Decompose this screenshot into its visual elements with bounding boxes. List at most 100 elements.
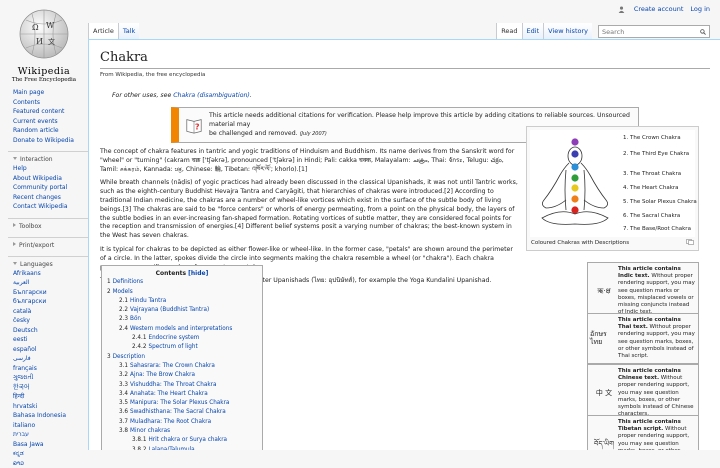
language-link[interactable]: български	[13, 297, 88, 307]
language-link[interactable]: Български	[13, 288, 88, 298]
tab-talk[interactable]: Talk	[118, 23, 139, 39]
sidebar-toolbox-heading[interactable]: Toolbox	[8, 218, 88, 231]
toc-link[interactable]: Bön	[130, 316, 141, 322]
toc-hide-toggle[interactable]: [hide]	[188, 270, 208, 277]
toc-item[interactable]: 3.5Manipura: The Solar Plexus Chakra	[107, 399, 257, 408]
expand-triangle-icon	[13, 262, 17, 265]
sidebar-languages: AfrikaansالعربيةБългарскибългарскиcatalà…	[0, 269, 88, 468]
language-link[interactable]: עברית	[13, 430, 88, 440]
toc-link[interactable]: Western models and interpretations	[130, 326, 232, 332]
toc-item[interactable]: 3.8Minor chakras	[107, 427, 257, 436]
language-link[interactable]: français	[13, 364, 88, 374]
toc-link[interactable]: Vajrayana (Buddhist Tantra)	[130, 307, 209, 313]
language-link[interactable]: العربية	[13, 278, 88, 288]
toc-item[interactable]: 3.8.1Hrit chakra or Surya chakra	[107, 436, 257, 445]
toc-number: 3.2	[119, 372, 128, 378]
sidebar-item[interactable]: Random article	[13, 126, 88, 136]
enlarge-icon[interactable]	[686, 239, 694, 245]
language-link[interactable]: català	[13, 307, 88, 317]
tab-view-history[interactable]: View history	[543, 23, 592, 39]
language-link[interactable]: فارسی	[13, 354, 88, 364]
toc-link[interactable]: Sahasrara: The Crown Chakra	[130, 363, 215, 369]
toc-item[interactable]: 3.2Ajna: The Brow Chakra	[107, 371, 257, 380]
sidebar-languages-heading[interactable]: Languages	[8, 256, 88, 269]
sidebar-item[interactable]: Current events	[13, 117, 88, 127]
toc-item[interactable]: 2.4.1Endocrine system	[107, 334, 257, 343]
toc-number: 3.8.2	[132, 447, 146, 450]
language-link[interactable]: hrvatski	[13, 402, 88, 412]
language-link[interactable]: हिन्दी	[13, 392, 88, 402]
create-account-link[interactable]: Create account	[634, 5, 684, 13]
sidebar-item[interactable]: Donate to Wikipedia	[13, 136, 88, 146]
toc-item[interactable]: 3Description	[107, 353, 257, 362]
sidebar-print-heading[interactable]: Print/export	[8, 237, 88, 250]
toc-item[interactable]: 2.4.2Spectrum of light	[107, 343, 257, 352]
sidebar-item[interactable]: Contents	[13, 98, 88, 108]
language-link[interactable]: Afrikaans	[13, 269, 88, 279]
language-link[interactable]: Basa Jawa	[13, 440, 88, 450]
language-link[interactable]: ລາວ	[13, 459, 88, 468]
language-link[interactable]: italiano	[13, 421, 88, 431]
toc-link[interactable]: Swadhisthana: The Sacral Chakra	[130, 409, 226, 415]
sidebar-interaction-heading[interactable]: Interaction	[8, 151, 88, 164]
language-link[interactable]: česky	[13, 316, 88, 326]
toc-link[interactable]: Ajna: The Brow Chakra	[130, 372, 195, 378]
toc-item[interactable]: 2Models	[107, 288, 257, 297]
toc-item[interactable]: 3.3Vishuddha: The Throat Chakra	[107, 381, 257, 390]
wikipedia-logo[interactable]: Ω W И 文 Wikipedia The Free Encyclopedia	[8, 4, 80, 86]
chakra-figure-image[interactable]: 1. The Crown Chakra2. The Third Eye Chak…	[530, 130, 695, 237]
language-link[interactable]: Bahasa Indonesia	[13, 411, 88, 421]
hatnote: For other uses, see Chakra (disambiguati…	[112, 91, 710, 100]
toc-link[interactable]: Hindu Tantra	[130, 298, 166, 304]
toc-link[interactable]: Manipura: The Solar Plexus Chakra	[130, 400, 229, 406]
tab-article[interactable]: Article	[88, 23, 118, 39]
toc-link[interactable]: Muladhara: The Root Chakra	[130, 419, 211, 425]
toc-item[interactable]: 3.4Anahata: The Heart Chakra	[107, 390, 257, 399]
search-placeholder: Search	[602, 28, 624, 36]
toc-item[interactable]: 2.4Western models and interpretations	[107, 325, 257, 334]
toc-link[interactable]: Hrit chakra or Surya chakra	[148, 437, 227, 443]
toc-number: 2.1	[119, 298, 128, 304]
toc-number: 3.6	[119, 409, 128, 415]
language-link[interactable]: eesti	[13, 335, 88, 345]
toc-link[interactable]: Definitions	[113, 279, 144, 285]
toc-link[interactable]: Endocrine system	[148, 335, 199, 341]
sidebar-item[interactable]: Main page	[13, 88, 88, 98]
toc-item[interactable]: 3.7Muladhara: The Root Chakra	[107, 418, 257, 427]
sidebar-item[interactable]: Featured content	[13, 107, 88, 117]
log-in-link[interactable]: Log in	[690, 5, 710, 13]
toc-item[interactable]: 1Definitions	[107, 278, 257, 287]
tab-edit[interactable]: Edit	[522, 23, 544, 39]
disambiguation-link[interactable]: Chakra (disambiguation)	[173, 92, 250, 99]
language-link[interactable]: ગુજરાતી	[13, 373, 88, 383]
sidebar-item[interactable]: Community portal	[13, 183, 88, 193]
toc-link[interactable]: Spectrum of light	[148, 344, 197, 350]
sidebar-item[interactable]: Help	[13, 164, 88, 174]
toc-item[interactable]: 3.6Swadhisthana: The Sacral Chakra	[107, 408, 257, 417]
toc-link[interactable]: Vishuddha: The Throat Chakra	[130, 382, 216, 388]
toc-item[interactable]: 2.3Bön	[107, 315, 257, 324]
search-icon[interactable]	[700, 29, 706, 35]
language-link[interactable]: español	[13, 345, 88, 355]
toc-link[interactable]: Anahata: The Heart Chakra	[130, 391, 208, 397]
sidebar: Main pageContentsFeatured contentCurrent…	[0, 88, 88, 468]
toc-link[interactable]: Description	[113, 354, 145, 360]
toc-item[interactable]: 3.8.2Lalana/Talumula	[107, 446, 257, 450]
language-link[interactable]: Deutsch	[13, 326, 88, 336]
toc-item[interactable]: 2.2Vajrayana (Buddhist Tantra)	[107, 306, 257, 315]
sidebar-interaction: HelpAbout WikipediaCommunity portalRecen…	[0, 164, 88, 212]
sidebar-item[interactable]: Contact Wikipedia	[13, 202, 88, 212]
toc-item[interactable]: 3.1Sahasrara: The Crown Chakra	[107, 362, 257, 371]
toc-link[interactable]: Lalana/Talumula	[148, 447, 194, 450]
language-link[interactable]: 한국어	[13, 383, 88, 393]
tab-read[interactable]: Read	[496, 23, 521, 39]
toc-link[interactable]: Models	[113, 289, 133, 295]
toc-item[interactable]: 2.1Hindu Tantra	[107, 297, 257, 306]
toc-link[interactable]: Minor chakras	[130, 428, 170, 434]
sidebar-item[interactable]: Recent changes	[13, 193, 88, 203]
search-input[interactable]: Search	[598, 25, 710, 38]
svg-text:Ω: Ω	[32, 23, 39, 32]
chakra-dot	[571, 163, 578, 170]
language-link[interactable]: ಕನ್ನಡ	[13, 449, 88, 459]
sidebar-item[interactable]: About Wikipedia	[13, 174, 88, 184]
